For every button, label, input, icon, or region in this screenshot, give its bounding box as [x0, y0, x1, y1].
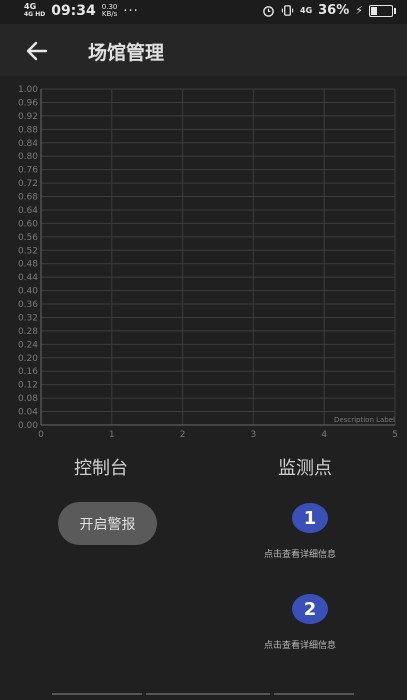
y-tick-label: 0.84 [18, 139, 38, 149]
network-speed: 0.30 KB/s [102, 4, 118, 18]
nav-bar-segment [274, 693, 354, 695]
monitor-point-2-marker[interactable]: 2 [292, 594, 328, 624]
y-tick-label: 0.76 [18, 166, 38, 176]
y-tick-label: 0.88 [18, 125, 38, 135]
monitor-point-1-label[interactable]: 点击查看详细信息 [264, 547, 336, 560]
monitor-point-2-label[interactable]: 点击查看详细信息 [264, 638, 336, 651]
y-tick-label: 0.08 [18, 394, 38, 404]
monitor-point-1-marker[interactable]: 1 [292, 503, 328, 533]
y-tick-label: 0.48 [18, 260, 38, 270]
y-tick-label: 0.32 [18, 313, 38, 323]
nav-bar-segment [52, 693, 142, 695]
y-tick-label: 0.12 [18, 381, 38, 391]
y-tick-label: 0.64 [18, 206, 38, 216]
y-tick-label: 1.00 [18, 85, 38, 95]
chart-description-label: Description Label [334, 416, 395, 424]
status-bar: 4G 4G HD 09:34 0.30 KB/s ··· 4G 36% ⚡ [0, 0, 407, 24]
battery-percent: 36% [318, 3, 350, 18]
back-arrow-icon[interactable] [24, 38, 50, 64]
speed-unit: KB/s [101, 10, 118, 18]
y-tick-label: 0.68 [18, 193, 38, 203]
network-type: 4G [24, 2, 37, 11]
clock: 09:34 [51, 3, 96, 19]
y-tick-label: 0.04 [18, 408, 38, 418]
y-tick-label: 0.72 [18, 179, 38, 189]
nav-bar-segment [146, 693, 270, 695]
x-tick-label: 2 [180, 430, 186, 440]
charging-icon: ⚡ [355, 4, 363, 17]
y-tick-label: 0.00 [18, 421, 38, 431]
app-bar: 场馆管理 [0, 24, 407, 76]
vibrate-icon [281, 5, 294, 16]
alarm-clock-icon [263, 6, 274, 17]
control-panel-title: 控制台 [74, 458, 128, 479]
monitor-panel-title: 监测点 [278, 458, 332, 479]
signal-indicator: 4G 4G HD [24, 3, 45, 19]
y-tick-label: 0.28 [18, 327, 38, 337]
y-tick-label: 0.56 [18, 233, 38, 243]
y-tick-label: 0.52 [18, 246, 38, 256]
chart-svg: 0.00 0.04 0.08 0.12 0.16 0.20 0.24 0.28 0.32 0.36… [18, 85, 398, 440]
line-chart[interactable]: 0.00 0.04 0.08 0.12 0.16 0.20 0.24 0.28 0.32 0.36… [0, 76, 407, 446]
y-tick-label: 0.92 [18, 112, 38, 122]
more-notifications-icon: ··· [123, 3, 139, 19]
y-tick-label: 0.96 [18, 98, 38, 108]
x-tick-label: 0 [38, 430, 44, 440]
y-tick-label: 0.24 [18, 340, 38, 350]
y-tick-label: 0.60 [18, 219, 38, 229]
y-tick-label: 0.36 [18, 300, 38, 310]
x-tick-label: 1 [109, 430, 115, 440]
x-tick-label: 4 [321, 430, 327, 440]
network-type-2: 4G [300, 5, 313, 15]
battery-fill [371, 6, 378, 15]
enable-alarm-button[interactable]: 开启警报 [58, 502, 157, 545]
signal-label: 4G HD [24, 11, 46, 18]
y-tick-label: 0.44 [18, 273, 38, 283]
page-title: 场馆管理 [88, 42, 165, 64]
y-tick-label: 0.16 [18, 367, 38, 377]
x-tick-label: 3 [251, 430, 257, 440]
y-tick-label: 0.20 [18, 354, 38, 364]
y-tick-label: 0.40 [18, 287, 38, 297]
x-tick-label: 5 [392, 430, 398, 440]
y-tick-label: 0.80 [18, 152, 38, 162]
battery-icon [369, 4, 396, 17]
